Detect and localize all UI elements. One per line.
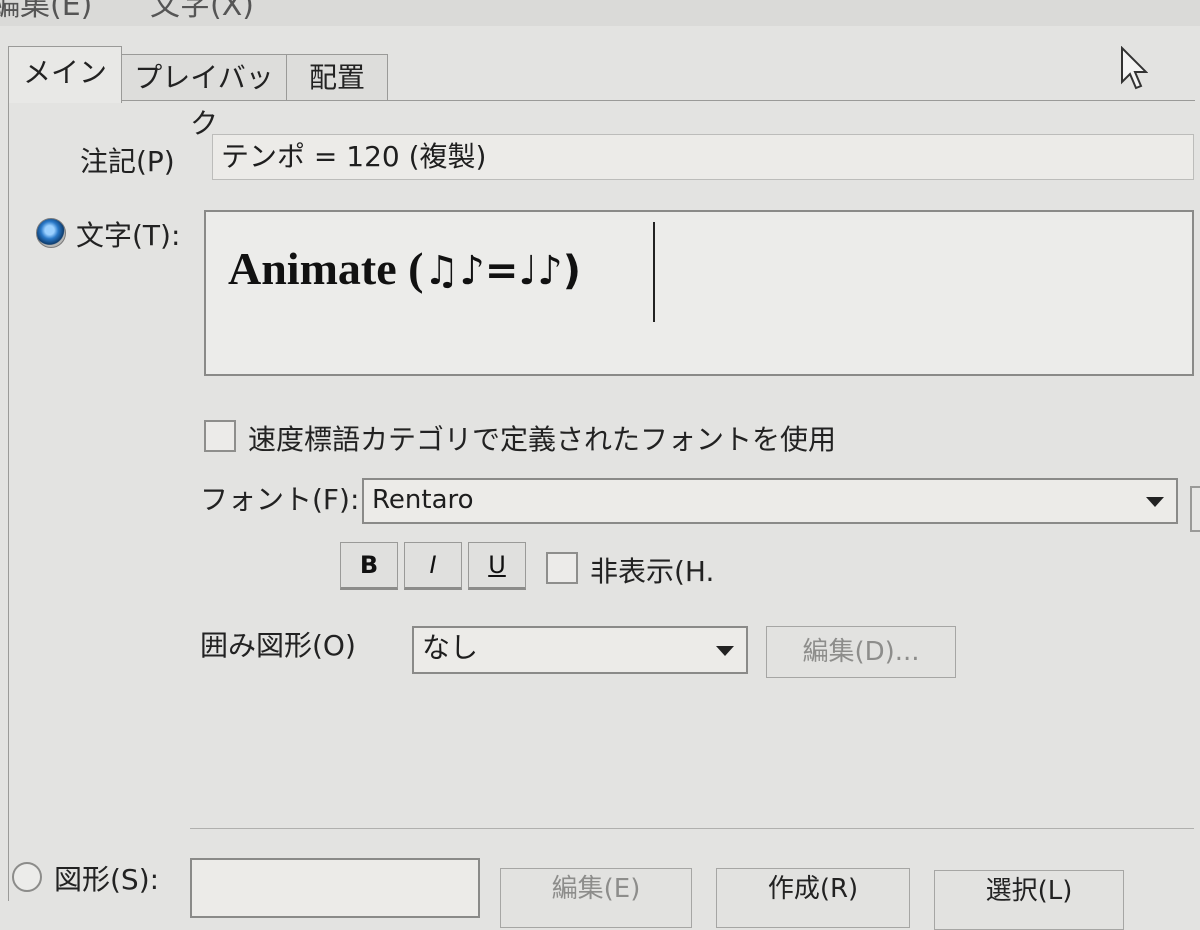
- enclosure-select[interactable]: なし: [412, 626, 748, 674]
- chevron-down-icon: [716, 646, 734, 656]
- shape-radio[interactable]: [12, 862, 42, 892]
- text-caret: [653, 222, 655, 322]
- menu-edit[interactable]: 編集(E): [0, 0, 92, 24]
- tempo-font-label: 速度標語カテゴリで定義されたフォントを使用: [248, 423, 837, 456]
- annotation-field[interactable]: テンポ = 120 (複製): [212, 134, 1194, 180]
- shape-create-button[interactable]: 作成(R): [716, 868, 910, 928]
- font-select[interactable]: Rentaro: [362, 478, 1178, 524]
- section-divider: [190, 828, 1194, 829]
- mouse-pointer-icon: [1120, 45, 1149, 94]
- font-label: フォント(F):: [200, 483, 360, 516]
- text-radio[interactable]: [36, 218, 66, 248]
- text-option-label: 文字(T):: [76, 219, 181, 252]
- shape-preview-field[interactable]: [190, 858, 480, 918]
- shape-option-label: 図形(S):: [54, 863, 160, 896]
- underline-button[interactable]: U: [468, 542, 526, 590]
- preview-text: Animate (♫♪=♩♪): [228, 242, 581, 295]
- tab-playback[interactable]: プレイバック: [120, 54, 288, 140]
- preview-text-words: Animate (: [228, 243, 424, 294]
- hidden-checkbox[interactable]: [546, 552, 578, 584]
- annotation-label: 注記(P): [80, 145, 175, 178]
- text-editor[interactable]: Animate (♫♪=♩♪): [204, 210, 1194, 376]
- menu-bar: 編集(E) 文字(X): [0, 0, 1200, 26]
- hidden-label: 非表示(H.: [590, 555, 715, 588]
- font-select-value: Rentaro: [372, 485, 474, 515]
- font-extra-button[interactable]: [1190, 486, 1200, 532]
- tempo-font-checkbox[interactable]: [204, 420, 236, 452]
- preview-note-symbols: ♫♪=♩♪): [423, 248, 582, 294]
- tab-layout[interactable]: 配置: [286, 54, 388, 101]
- italic-button[interactable]: I: [404, 542, 462, 590]
- shape-select-button[interactable]: 選択(L): [934, 870, 1124, 930]
- shape-edit-button[interactable]: 編集(E): [500, 868, 692, 928]
- chevron-down-icon: [1146, 497, 1164, 507]
- tab-bar: メイン プレイバック 配置: [0, 42, 1200, 140]
- enclosure-label: 囲み図形(O): [200, 629, 356, 662]
- enclosure-edit-button[interactable]: 編集(D)...: [766, 626, 956, 678]
- tab-main[interactable]: メイン: [8, 46, 122, 103]
- enclosure-select-value: なし: [422, 631, 479, 664]
- bold-button[interactable]: B: [340, 542, 398, 590]
- menu-text[interactable]: 文字(X): [150, 0, 254, 24]
